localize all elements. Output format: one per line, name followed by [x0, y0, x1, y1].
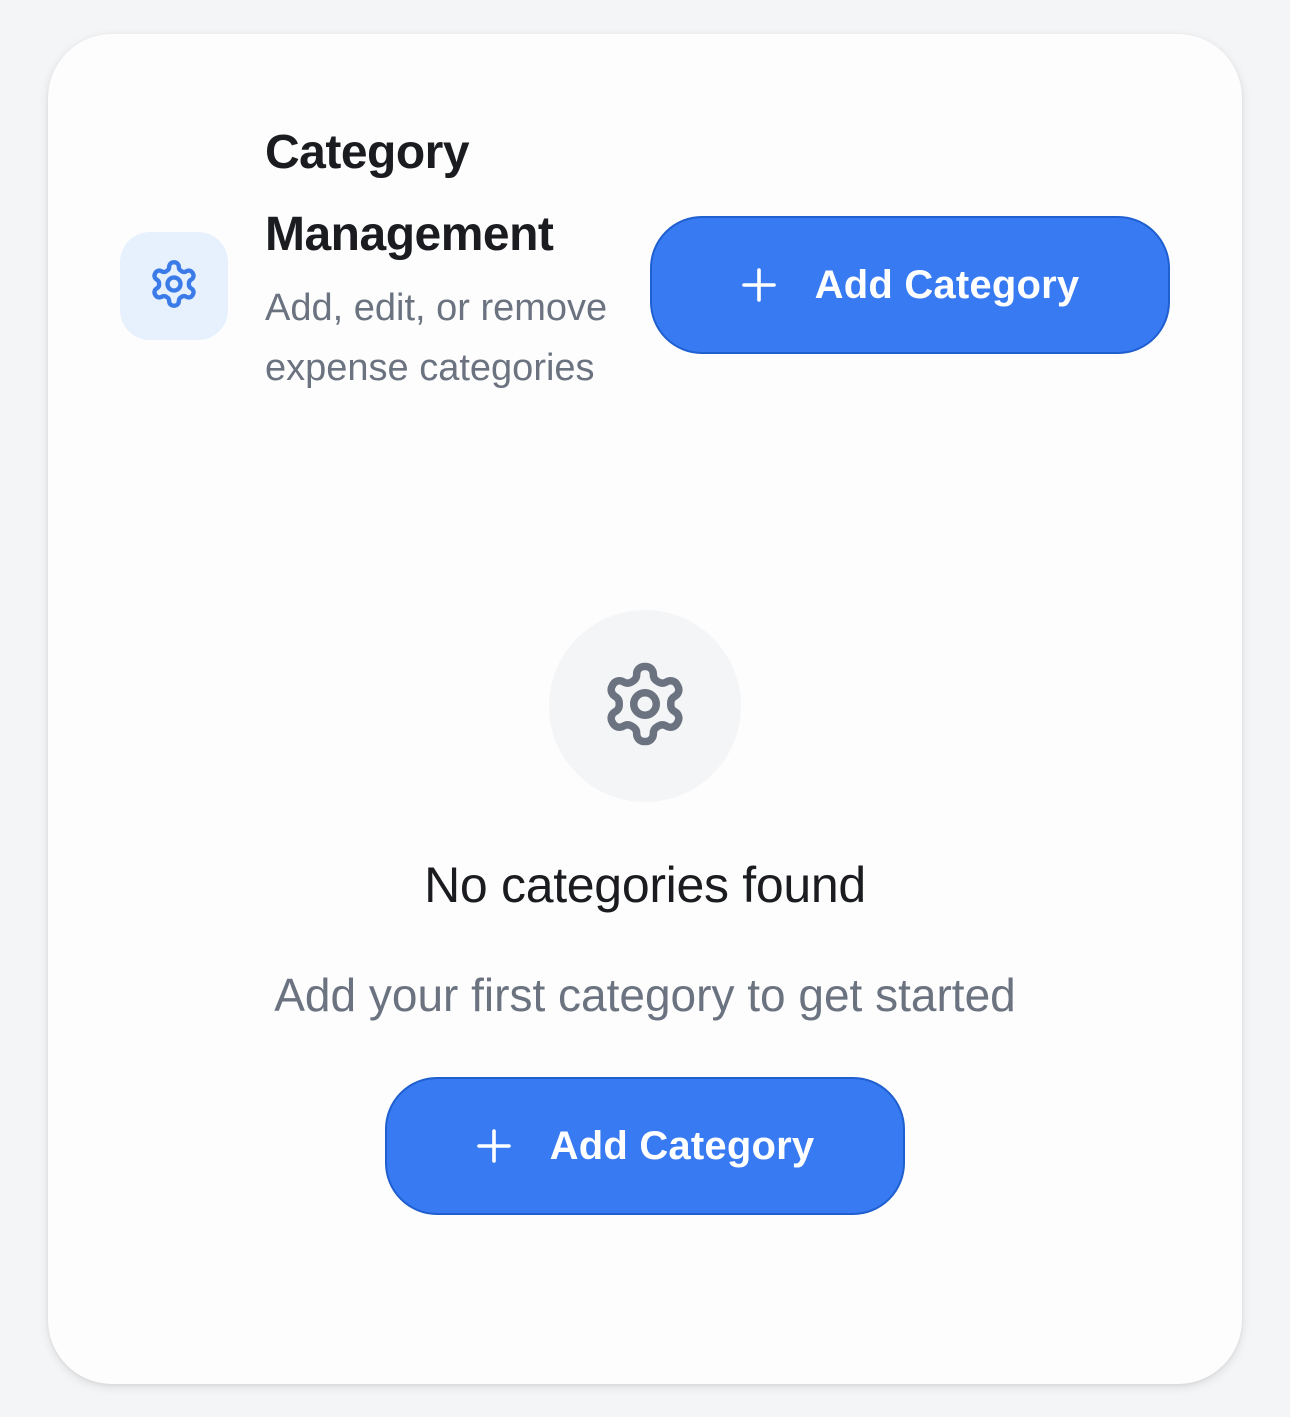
empty-state-add-category-button-label: Add Category: [549, 1123, 815, 1168]
add-category-button-label: Add Category: [814, 262, 1080, 307]
plus-icon: [741, 267, 777, 303]
category-management-card: Category Management Add, edit, or remove…: [48, 34, 1242, 1384]
header-text-block: Category Management Add, edit, or remove…: [265, 112, 625, 398]
plus-icon: [476, 1128, 512, 1164]
empty-state-add-category-button[interactable]: Add Category: [385, 1077, 905, 1215]
empty-state-title: No categories found: [424, 857, 866, 913]
add-category-button[interactable]: Add Category: [650, 216, 1170, 354]
header-icon-badge: [120, 232, 228, 340]
page-title: Category Management: [265, 126, 554, 261]
empty-state-icon-circle: [549, 610, 741, 802]
gear-icon: [148, 258, 200, 315]
gear-icon: [600, 659, 690, 754]
empty-state-description: Add your first category to get started: [274, 969, 1016, 1021]
page-description: Add, edit, or remove expense categories: [265, 287, 608, 389]
